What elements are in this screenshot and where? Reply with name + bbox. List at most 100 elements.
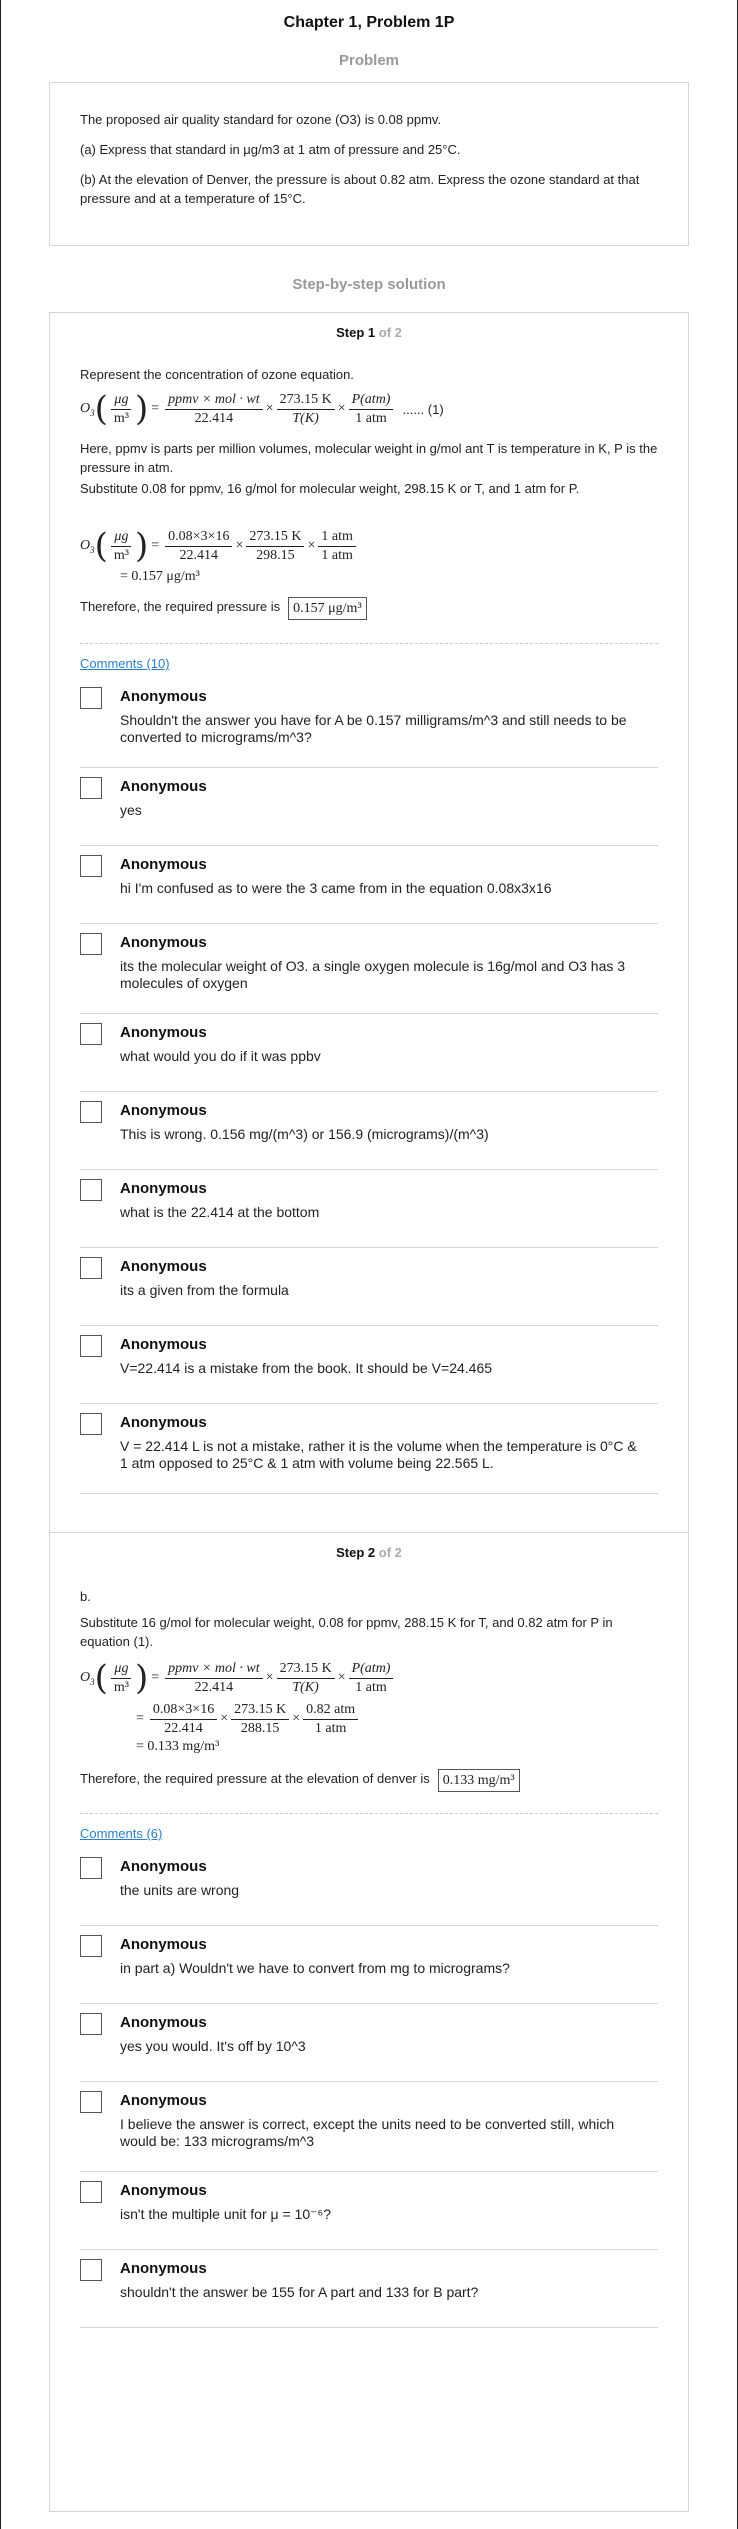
s2-calc-f2-num: 273.15 K [231,1702,290,1720]
comment-item: Anonymous in part a) Wouldn't we have to … [80,1926,658,2004]
comment-text: what would you do if it was ppbv [120,1048,321,1064]
comment-checkbox[interactable] [80,1857,102,1879]
comment-item: Anonymous yes [80,768,658,846]
s2-f1-num: ppmv × mol · wt [165,1661,263,1679]
comment-author: Anonymous [120,1414,207,1431]
comment-checkbox[interactable] [80,2013,102,2035]
solution-box: Step 1 of 2 Represent the concentration … [49,312,689,2512]
s2-calc-f3-num: 0.82 atm [303,1702,359,1720]
comment-text: yes [120,802,142,818]
step-2-general-eq: O3 ( μg m³ ) = ppmv × mol · wt 22.414 × 27… [80,1657,658,1699]
step-1-conclusion: Therefore, the required pressure is [80,599,281,614]
comment-text: shouldn't the answer be 155 for A part a… [120,2284,479,2300]
comment-checkbox[interactable] [80,2259,102,2281]
s2-f1-den: 22.414 [194,1679,234,1695]
step-label: Step 2 [336,1545,376,1560]
comment-body: Anonymous the units are wrong [120,1848,249,1925]
comments-link-step-2[interactable]: Comments (6) [50,1826,688,1841]
calc-unit-den: m³ [113,547,129,563]
calc-f2-den: 298.15 [256,547,295,563]
comment-text: what is the 22.414 at the bottom [120,1204,320,1220]
comment-body: Anonymous This is wrong. 0.156 mg/(m^3) o… [120,1092,499,1169]
step-1-intro: Represent the concentration of ozone equ… [80,367,354,382]
comment-body: Anonymous V=22.414 is a mistake from the … [120,1326,502,1403]
step-1-conclusion-row: Therefore, the required pressure is 0.15… [80,597,658,643]
step-label: Step 1 [336,325,376,340]
comment-body: Anonymous yes you would. It's off by 10^3 [120,2004,316,2081]
comment-author: Anonymous [120,1102,207,1119]
eq-tag: ...... (1) [402,401,444,417]
calc-f1-den: 22.414 [179,547,219,563]
step-2-conclusion-row: Therefore, the required pressure at the … [80,1769,658,1813]
step-1: Step 1 of 2 Represent the concentration … [50,313,688,643]
comment-body: Anonymous I believe the answer is correct… [120,2082,658,2171]
comment-item: Anonymous shouldn't the answer be 155 for… [80,2250,658,2328]
comment-text: in part a) Wouldn't we have to convert f… [120,1960,510,1976]
comment-checkbox[interactable] [80,933,102,955]
comment-author: Anonymous [120,2092,207,2109]
comment-body: Anonymous what is the 22.414 at the botto… [120,1170,329,1247]
comment-item: Anonymous yes you would. It's off by 10^3 [80,2004,658,2082]
comment-body: Anonymous V = 22.414 L is not a mistake, … [120,1404,658,1493]
comment-checkbox[interactable] [80,1179,102,1201]
comments-list-step-1: Anonymous Shouldn't the answer you have f… [50,678,688,1494]
comment-checkbox[interactable] [80,1335,102,1357]
comment-checkbox[interactable] [80,855,102,877]
eq-f2-num: 273.15 K [276,392,335,410]
comment-checkbox[interactable] [80,1257,102,1279]
comment-checkbox[interactable] [80,1101,102,1123]
comment-item: Anonymous its the molecular weight of O3.… [80,924,658,1014]
comment-body: Anonymous hi I'm confused as to were the … [120,846,561,923]
comment-checkbox[interactable] [80,1935,102,1957]
comment-item: Anonymous V=22.414 is a mistake from the … [80,1326,658,1404]
calc-f3-num: 1 atm [318,529,356,547]
problem-line: (a) Express that standard in μg/m3 at 1 … [80,142,461,157]
calc-f2-num: 273.15 K [246,529,305,547]
comment-text: V = 22.414 L is not a mistake, rather it… [120,1438,637,1471]
step-of: of 2 [378,325,402,340]
comment-checkbox[interactable] [80,1413,102,1435]
comment-author: Anonymous [120,2182,207,2199]
comment-checkbox[interactable] [80,687,102,709]
problem-line: (b) At the elevation of Denver, the pres… [80,172,640,206]
comment-author: Anonymous [120,2014,207,2031]
comment-author: Anonymous [120,856,207,873]
comment-text: its a given from the formula [120,1282,289,1298]
comment-checkbox[interactable] [80,2091,102,2113]
s2-f2-den: T(K) [292,1679,319,1695]
comment-body: Anonymous its a given from the formula [120,1248,299,1325]
step-2: Step 2 of 2 b. Substitute 16 g/mol for m… [50,1533,688,1813]
step-2-substitute: Substitute 16 g/mol for molecular weight… [80,1615,613,1649]
comment-checkbox[interactable] [80,1023,102,1045]
comment-author: Anonymous [120,1936,207,1953]
comment-author: Anonymous [120,1858,207,1875]
comment-author: Anonymous [120,778,207,795]
comment-item: Anonymous what would you do if it was ppb… [80,1014,658,1092]
problem-line: The proposed air quality standard for oz… [80,112,442,127]
s2-calc-f3-den: 1 atm [314,1720,347,1736]
s2-f3-num: P(atm) [348,1661,394,1679]
page: Chapter 1, Problem 1P Problem The propos… [0,0,738,2529]
eq-f1-num: ppmv × mol · wt [165,392,263,410]
comment-body: Anonymous isn't the multiple unit for μ =… [120,2172,341,2249]
comment-author: Anonymous [120,1258,207,1275]
calc-f1-num: 0.08×3×16 [165,529,233,547]
s2-f3-den: 1 atm [355,1679,387,1695]
comment-body: Anonymous yes [120,768,207,845]
comment-text: its the molecular weight of O3. a single… [120,958,626,991]
comment-item: Anonymous hi I'm confused as to were the … [80,846,658,924]
comment-author: Anonymous [120,1024,207,1041]
comment-author: Anonymous [120,1180,207,1197]
comment-text: isn't the multiple unit for μ = 10⁻⁶? [120,2206,332,2222]
s2-calc-f1-num: 0.08×3×16 [149,1702,218,1720]
comment-author: Anonymous [120,2260,207,2277]
comment-item: Anonymous Shouldn't the answer you have f… [80,678,658,768]
comment-checkbox[interactable] [80,2181,102,2203]
s2-unit-den: m³ [113,1679,129,1695]
comment-checkbox[interactable] [80,777,102,799]
step-2-result: = 0.133 mg/m³ [136,1739,220,1754]
comment-item: Anonymous I believe the answer is correct… [80,2082,658,2172]
s2-f2-num: 273.15 K [276,1661,335,1679]
comments-link-step-1[interactable]: Comments (10) [50,656,688,671]
comment-body: Anonymous Shouldn't the answer you have f… [120,678,658,767]
